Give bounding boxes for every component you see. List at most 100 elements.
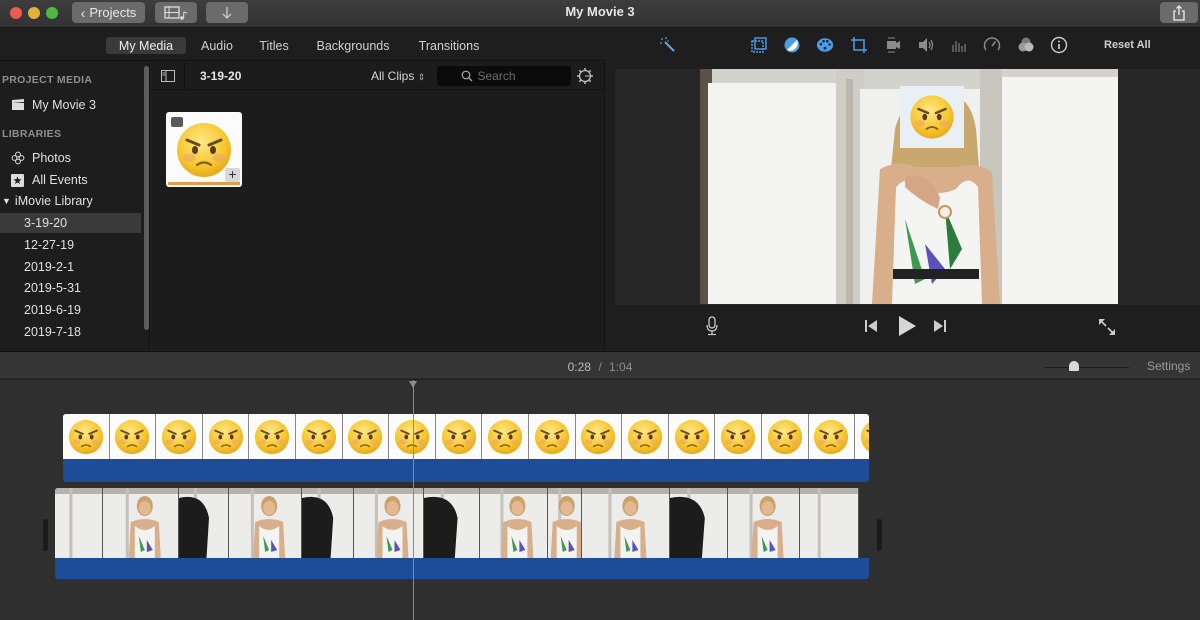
updown-chevron-icon: ⇕ (417, 72, 426, 82)
microphone-icon (706, 316, 718, 336)
overlay-frame (575, 414, 623, 459)
overlay-frame (528, 414, 576, 459)
overlay-frame (622, 414, 669, 459)
crop-icon[interactable] (850, 36, 868, 54)
overlay-clip[interactable] (63, 414, 869, 482)
video-frame-thumbnail (582, 488, 670, 558)
main-video-clip[interactable] (55, 488, 869, 579)
project-label: My Movie 3 (32, 98, 96, 112)
timeline-left-scroll-handle[interactable] (43, 519, 48, 551)
skip-next-icon (934, 320, 946, 332)
video-frame-thumbnail (179, 488, 229, 558)
overlay-frame (295, 414, 343, 459)
overlay-frame (761, 414, 809, 459)
clapperboard-icon (12, 99, 24, 110)
fullscreen-button[interactable] (1097, 317, 1117, 337)
overlay-frame (109, 414, 157, 459)
star-box-icon (11, 173, 24, 187)
clip-filter-value: All Clips (371, 69, 415, 83)
tab-backgrounds[interactable]: Backgrounds (313, 37, 393, 54)
voiceover-button[interactable] (703, 316, 721, 336)
timeline-zoom-slider[interactable] (1045, 361, 1129, 371)
toggle-sidebar-button[interactable] (151, 62, 185, 90)
overlay-frame (668, 414, 716, 459)
timeline[interactable] (0, 380, 1200, 620)
time-separator: / (598, 360, 602, 374)
overlay-clip-audio-bar (63, 459, 869, 482)
angry-emoji-image (908, 93, 956, 141)
gear-icon[interactable] (576, 67, 594, 85)
add-to-timeline-button[interactable]: + (225, 167, 240, 182)
title-bar: ‹ Projects My Movie 3 (0, 0, 1200, 28)
sidebar-item-project[interactable]: My Movie 3 (0, 95, 141, 115)
browser-clip-thumbnail[interactable]: + (166, 112, 242, 187)
clip-filter-icon[interactable] (1017, 36, 1035, 54)
sidebar-event-item[interactable]: 3-19-20 (0, 213, 141, 233)
tab-audio[interactable]: Audio (196, 37, 238, 54)
disclosure-triangle-icon[interactable]: ▼ (2, 196, 11, 206)
video-frame-thumbnail (548, 488, 582, 558)
play-button[interactable] (895, 314, 919, 338)
sidebar-item-all-events[interactable]: All Events (0, 170, 141, 190)
library-label: iMovie Library (14, 194, 93, 208)
zoom-slider-knob[interactable] (1069, 361, 1080, 371)
video-frame-thumbnail (229, 488, 302, 558)
sidebar-event-item[interactable]: 2019-2-1 (0, 257, 141, 277)
clip-filter-select[interactable]: All Clips ⇕ (371, 69, 425, 83)
color-balance-icon[interactable] (750, 36, 768, 54)
overlay-clip-filmstrip (63, 414, 869, 459)
tab-my-media[interactable]: My Media (106, 37, 186, 54)
window-title: My Movie 3 (565, 4, 635, 19)
timeline-right-scroll-handle[interactable] (877, 519, 882, 551)
overlay-frame (63, 414, 110, 459)
overlay-frame (342, 414, 390, 459)
volume-icon[interactable] (917, 36, 935, 54)
sidebar-event-item[interactable]: 12-27-19 (0, 235, 141, 255)
playhead[interactable] (413, 380, 414, 620)
stabilization-icon[interactable] (884, 36, 902, 54)
media-tabs: My Media Audio Titles Backgrounds Transi… (0, 28, 605, 61)
video-frame-thumbnail (480, 488, 548, 558)
sidebar-scrollbar[interactable] (144, 66, 149, 330)
event-label: 2019-6-19 (24, 303, 81, 317)
speed-icon[interactable] (983, 36, 1001, 54)
media-browser: 3-19-20 All Clips ⇕ + (151, 62, 605, 350)
color-palette-icon[interactable] (816, 36, 834, 54)
photos-flower-icon (11, 151, 25, 165)
timecode-display: 0:28 / 1:04 (0, 360, 1200, 374)
sidebar-event-item[interactable]: 2019-5-31 (0, 278, 141, 298)
skip-forward-button[interactable] (931, 318, 949, 334)
sidebar-event-item[interactable]: 2019-6-19 (0, 300, 141, 320)
overlay-frame (808, 414, 856, 459)
tab-titles[interactable]: Titles (254, 37, 294, 54)
tab-transitions[interactable]: Transitions (416, 37, 482, 54)
overlay-frame (482, 414, 529, 459)
info-icon[interactable] (1050, 36, 1068, 54)
reset-all-button[interactable]: Reset All (1104, 39, 1151, 51)
browser-header: 3-19-20 All Clips ⇕ (151, 62, 605, 90)
search-field[interactable] (437, 66, 571, 86)
event-title: 3-19-20 (200, 69, 242, 83)
sidebar-item-imovie-library[interactable]: ▼ iMovie Library (0, 191, 141, 211)
skip-back-button[interactable] (862, 318, 880, 334)
magic-wand-icon[interactable] (659, 36, 677, 54)
sidebar-item-photos[interactable]: Photos (0, 148, 141, 168)
libraries-header: LIBRARIES (2, 128, 62, 140)
equalizer-icon[interactable] (950, 36, 968, 54)
skimmer-marker[interactable] (409, 381, 417, 388)
event-label: 12-27-19 (24, 238, 75, 252)
color-correction-icon[interactable] (783, 36, 801, 54)
video-frame-thumbnail (728, 488, 800, 558)
skip-previous-icon (865, 320, 877, 332)
overlay-frame (249, 414, 296, 459)
overlay-frame (855, 414, 869, 459)
search-input[interactable] (477, 69, 548, 83)
sidebar-event-item[interactable]: 2019-7-18 (0, 322, 141, 342)
timeline-settings-button[interactable]: Settings (1147, 359, 1190, 373)
video-preview[interactable] (700, 69, 1118, 304)
share-button[interactable] (1160, 2, 1198, 23)
video-frame-thumbnail (424, 488, 480, 558)
event-label: 2019-2-1 (24, 260, 75, 274)
main-clip-audio-waveform (55, 558, 869, 579)
photos-label: Photos (32, 151, 71, 165)
